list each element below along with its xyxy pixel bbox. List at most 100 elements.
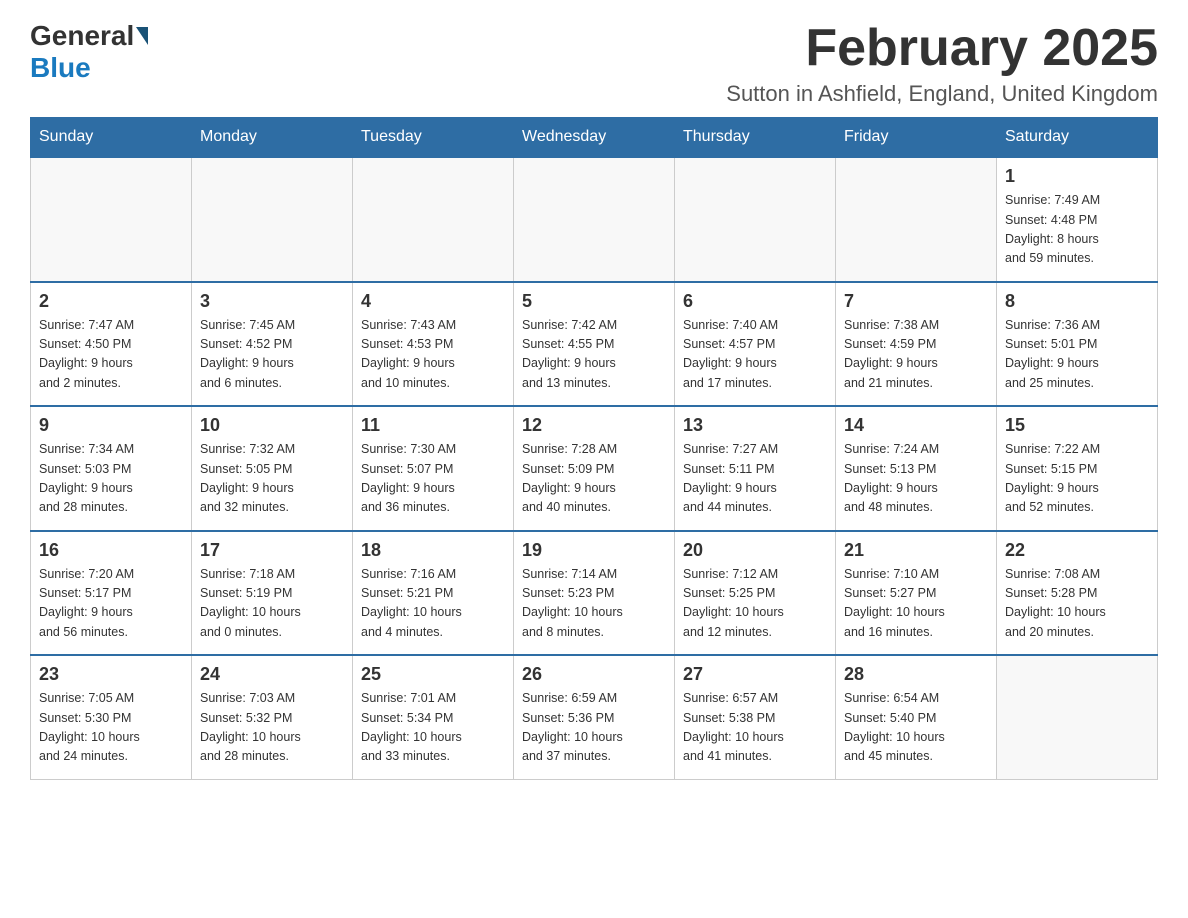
calendar-cell: 4 Sunrise: 7:43 AMSunset: 4:53 PMDaylight… — [353, 282, 514, 407]
calendar-header-tuesday: Tuesday — [353, 118, 514, 158]
day-info: Sunrise: 7:01 AMSunset: 5:34 PMDaylight:… — [361, 689, 505, 767]
title-block: February 2025 Sutton in Ashfield, Englan… — [726, 20, 1158, 107]
calendar-week-row: 1 Sunrise: 7:49 AMSunset: 4:48 PMDaylight… — [31, 157, 1158, 282]
day-info: Sunrise: 7:34 AMSunset: 5:03 PMDaylight:… — [39, 440, 183, 518]
calendar-table: SundayMondayTuesdayWednesdayThursdayFrid… — [30, 117, 1158, 780]
calendar-header-thursday: Thursday — [675, 118, 836, 158]
day-info: Sunrise: 7:36 AMSunset: 5:01 PMDaylight:… — [1005, 316, 1149, 394]
day-number: 25 — [361, 664, 505, 685]
calendar-cell: 26 Sunrise: 6:59 AMSunset: 5:36 PMDayligh… — [514, 655, 675, 779]
day-info: Sunrise: 7:16 AMSunset: 5:21 PMDaylight:… — [361, 565, 505, 643]
calendar-week-row: 16 Sunrise: 7:20 AMSunset: 5:17 PMDayligh… — [31, 531, 1158, 656]
day-number: 13 — [683, 415, 827, 436]
day-info: Sunrise: 7:40 AMSunset: 4:57 PMDaylight:… — [683, 316, 827, 394]
calendar-cell: 20 Sunrise: 7:12 AMSunset: 5:25 PMDayligh… — [675, 531, 836, 656]
day-number: 4 — [361, 291, 505, 312]
logo: General Blue — [30, 20, 150, 84]
logo-blue-text: Blue — [30, 52, 91, 83]
day-number: 3 — [200, 291, 344, 312]
day-number: 9 — [39, 415, 183, 436]
day-number: 22 — [1005, 540, 1149, 561]
calendar-cell: 16 Sunrise: 7:20 AMSunset: 5:17 PMDayligh… — [31, 531, 192, 656]
calendar-week-row: 23Sunrise: 7:05 AMSunset: 5:30 PMDayligh… — [31, 655, 1158, 779]
day-number: 24 — [200, 664, 344, 685]
day-info: Sunrise: 7:14 AMSunset: 5:23 PMDaylight:… — [522, 565, 666, 643]
calendar-cell: 8Sunrise: 7:36 AMSunset: 5:01 PMDaylight… — [997, 282, 1158, 407]
day-number: 16 — [39, 540, 183, 561]
day-number: 6 — [683, 291, 827, 312]
day-number: 2 — [39, 291, 183, 312]
calendar-cell: 6 Sunrise: 7:40 AMSunset: 4:57 PMDaylight… — [675, 282, 836, 407]
day-info: Sunrise: 7:03 AMSunset: 5:32 PMDaylight:… — [200, 689, 344, 767]
calendar-header-sunday: Sunday — [31, 118, 192, 158]
day-info: Sunrise: 6:57 AMSunset: 5:38 PMDaylight:… — [683, 689, 827, 767]
day-info: Sunrise: 7:08 AMSunset: 5:28 PMDaylight:… — [1005, 565, 1149, 643]
day-info: Sunrise: 7:49 AMSunset: 4:48 PMDaylight:… — [1005, 191, 1149, 269]
location-title: Sutton in Ashfield, England, United King… — [726, 81, 1158, 107]
day-info: Sunrise: 7:12 AMSunset: 5:25 PMDaylight:… — [683, 565, 827, 643]
calendar-cell: 24 Sunrise: 7:03 AMSunset: 5:32 PMDayligh… — [192, 655, 353, 779]
calendar-cell — [192, 157, 353, 282]
day-number: 28 — [844, 664, 988, 685]
calendar-cell: 18Sunrise: 7:16 AMSunset: 5:21 PMDayligh… — [353, 531, 514, 656]
calendar-cell: 11 Sunrise: 7:30 AMSunset: 5:07 PMDayligh… — [353, 406, 514, 531]
calendar-cell — [514, 157, 675, 282]
calendar-header-row: SundayMondayTuesdayWednesdayThursdayFrid… — [31, 118, 1158, 158]
calendar-cell: 3 Sunrise: 7:45 AMSunset: 4:52 PMDaylight… — [192, 282, 353, 407]
day-info: Sunrise: 7:47 AMSunset: 4:50 PMDaylight:… — [39, 316, 183, 394]
day-number: 15 — [1005, 415, 1149, 436]
calendar-cell: 10 Sunrise: 7:32 AMSunset: 5:05 PMDayligh… — [192, 406, 353, 531]
calendar-cell — [31, 157, 192, 282]
day-info: Sunrise: 7:43 AMSunset: 4:53 PMDaylight:… — [361, 316, 505, 394]
day-number: 12 — [522, 415, 666, 436]
day-info: Sunrise: 7:38 AMSunset: 4:59 PMDaylight:… — [844, 316, 988, 394]
day-info: Sunrise: 7:10 AMSunset: 5:27 PMDaylight:… — [844, 565, 988, 643]
day-info: Sunrise: 7:42 AMSunset: 4:55 PMDaylight:… — [522, 316, 666, 394]
calendar-cell: 13 Sunrise: 7:27 AMSunset: 5:11 PMDayligh… — [675, 406, 836, 531]
calendar-cell: 22 Sunrise: 7:08 AMSunset: 5:28 PMDayligh… — [997, 531, 1158, 656]
calendar-header-saturday: Saturday — [997, 118, 1158, 158]
day-number: 14 — [844, 415, 988, 436]
calendar-cell: 9 Sunrise: 7:34 AMSunset: 5:03 PMDaylight… — [31, 406, 192, 531]
day-number: 23 — [39, 664, 183, 685]
day-number: 11 — [361, 415, 505, 436]
calendar-week-row: 2 Sunrise: 7:47 AMSunset: 4:50 PMDaylight… — [31, 282, 1158, 407]
calendar-cell: 19 Sunrise: 7:14 AMSunset: 5:23 PMDayligh… — [514, 531, 675, 656]
day-info: Sunrise: 7:18 AMSunset: 5:19 PMDaylight:… — [200, 565, 344, 643]
calendar-cell — [997, 655, 1158, 779]
day-info: Sunrise: 7:28 AMSunset: 5:09 PMDaylight:… — [522, 440, 666, 518]
calendar-cell: 7Sunrise: 7:38 AMSunset: 4:59 PMDaylight… — [836, 282, 997, 407]
calendar-cell: 14 Sunrise: 7:24 AMSunset: 5:13 PMDayligh… — [836, 406, 997, 531]
month-title: February 2025 — [726, 20, 1158, 77]
calendar-header-wednesday: Wednesday — [514, 118, 675, 158]
day-info: Sunrise: 7:20 AMSunset: 5:17 PMDaylight:… — [39, 565, 183, 643]
day-number: 27 — [683, 664, 827, 685]
calendar-cell: 23Sunrise: 7:05 AMSunset: 5:30 PMDayligh… — [31, 655, 192, 779]
day-info: Sunrise: 7:32 AMSunset: 5:05 PMDaylight:… — [200, 440, 344, 518]
calendar-cell: 17Sunrise: 7:18 AMSunset: 5:19 PMDayligh… — [192, 531, 353, 656]
calendar-cell: 25 Sunrise: 7:01 AMSunset: 5:34 PMDayligh… — [353, 655, 514, 779]
day-info: Sunrise: 6:59 AMSunset: 5:36 PMDaylight:… — [522, 689, 666, 767]
day-info: Sunrise: 7:45 AMSunset: 4:52 PMDaylight:… — [200, 316, 344, 394]
day-number: 26 — [522, 664, 666, 685]
day-number: 1 — [1005, 166, 1149, 187]
calendar-cell: 21 Sunrise: 7:10 AMSunset: 5:27 PMDayligh… — [836, 531, 997, 656]
calendar-week-row: 9 Sunrise: 7:34 AMSunset: 5:03 PMDaylight… — [31, 406, 1158, 531]
calendar-cell — [836, 157, 997, 282]
calendar-cell: 27 Sunrise: 6:57 AMSunset: 5:38 PMDayligh… — [675, 655, 836, 779]
day-info: Sunrise: 7:24 AMSunset: 5:13 PMDaylight:… — [844, 440, 988, 518]
day-number: 19 — [522, 540, 666, 561]
page-header: General Blue February 2025 Sutton in Ash… — [30, 20, 1158, 107]
day-number: 20 — [683, 540, 827, 561]
day-number: 10 — [200, 415, 344, 436]
day-info: Sunrise: 7:30 AMSunset: 5:07 PMDaylight:… — [361, 440, 505, 518]
calendar-cell: 12 Sunrise: 7:28 AMSunset: 5:09 PMDayligh… — [514, 406, 675, 531]
day-number: 5 — [522, 291, 666, 312]
day-info: Sunrise: 7:27 AMSunset: 5:11 PMDaylight:… — [683, 440, 827, 518]
calendar-header-friday: Friday — [836, 118, 997, 158]
logo-general-text: General — [30, 20, 134, 52]
day-number: 21 — [844, 540, 988, 561]
calendar-cell: 1 Sunrise: 7:49 AMSunset: 4:48 PMDaylight… — [997, 157, 1158, 282]
calendar-cell: 2 Sunrise: 7:47 AMSunset: 4:50 PMDaylight… — [31, 282, 192, 407]
day-info: Sunrise: 7:22 AMSunset: 5:15 PMDaylight:… — [1005, 440, 1149, 518]
